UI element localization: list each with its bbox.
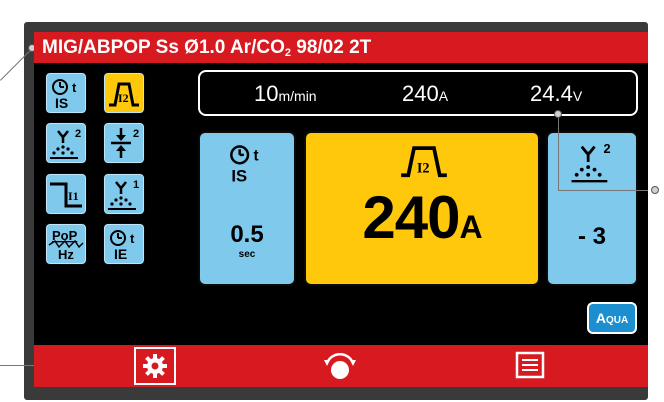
current-i2-value-display: 240A: [306, 183, 538, 252]
current-i2-unit: A: [459, 209, 483, 245]
voltage-readout: 24.4V: [530, 81, 582, 107]
current-i2-icon: I2: [109, 82, 139, 107]
current-i2-panel[interactable]: I2 240A: [304, 131, 540, 286]
svg-text:t: t: [72, 80, 77, 95]
arc-dynamics-2-icon: 2: [50, 128, 81, 159]
current-i2-button[interactable]: I2: [103, 72, 145, 114]
arc-dynamics-1-button[interactable]: 1: [103, 173, 145, 215]
wire-pinch-2-button[interactable]: 2: [103, 122, 145, 164]
start-time-is-button[interactable]: t IS: [45, 72, 87, 114]
callout-dot-voltage: [554, 110, 562, 118]
arc2-icon-label: 2: [75, 128, 81, 140]
start-time-is-icon: t IS: [52, 79, 77, 111]
arc1-icon-label: 1: [133, 179, 139, 191]
pinch2-icon-label: 2: [133, 128, 139, 140]
settings-button[interactable]: [134, 347, 176, 385]
callout-line-voltage-v: [558, 118, 559, 190]
gear-icon: [143, 354, 167, 378]
panel-mid-param: I2: [417, 160, 430, 176]
svg-text:Hz: Hz: [58, 247, 74, 262]
current-i1-icon: I1: [50, 182, 82, 208]
ie-icon-label: IE: [114, 246, 127, 262]
arc-dynamics-value: - 3: [577, 223, 606, 250]
voltage-readout-value: 24.4: [530, 81, 573, 106]
arc-dynamics-panel[interactable]: 2 - 3: [546, 131, 638, 286]
wire-speed-value: 10: [254, 81, 279, 106]
callout-line-voltage-h: [558, 190, 648, 191]
i1-icon-label: I1: [68, 189, 79, 203]
rotary-knob-icon[interactable]: [322, 350, 358, 382]
aqua-label-small: QUA: [605, 315, 629, 326]
menu-list-icon[interactable]: [514, 351, 546, 379]
current-i2-icon: I2: [401, 146, 447, 178]
i2-icon-label: I2: [118, 91, 129, 105]
display-screen: MIG/ABPOP Ss Ø1.0 Ar/CO2 98/02 2T t IS I…: [34, 32, 648, 387]
panel-right-param: 2: [604, 141, 611, 156]
pop-frequency-icon: PoP Hz: [48, 228, 84, 262]
mode-title-tail: 98/02 2T: [290, 37, 372, 58]
is-icon-label: IS: [55, 95, 68, 111]
current-i1-button[interactable]: I1: [45, 173, 87, 215]
end-time-ie-icon: t IE: [110, 230, 135, 262]
arc-dynamics-2-icon: 2: [571, 141, 611, 183]
pop-frequency-button[interactable]: PoP Hz: [45, 223, 87, 265]
aqua-label-big: A: [595, 310, 606, 326]
wire-speed-unit: m/min: [278, 88, 317, 104]
svg-text:t: t: [254, 147, 259, 164]
voltage-readout-unit: V: [572, 88, 583, 104]
mode-title: MIG/ABPOP Ss Ø1.0 Ar/CO: [42, 37, 285, 58]
current-i2-value: 240: [362, 184, 460, 251]
arc-dynamics-2-button[interactable]: 2: [45, 122, 87, 164]
wire-pinch-2-icon: 2: [111, 128, 139, 158]
mode-title-bar: MIG/ABPOP Ss Ø1.0 Ar/CO2 98/02 2T: [34, 32, 648, 63]
aqua-cooler-button[interactable]: AQUA: [587, 302, 637, 334]
live-readout-bar: 10m/min 240A 24.4V: [198, 70, 638, 116]
callout-dot-right: [651, 186, 659, 194]
panel-left-param: IS: [231, 166, 247, 185]
start-time-unit: sec: [238, 249, 256, 260]
current-readout-value: 240: [402, 81, 439, 106]
start-time-is-icon: t IS: [230, 145, 259, 185]
wire-speed-readout: 10m/min: [254, 81, 317, 107]
arc-dynamics-1-icon: 1: [108, 179, 139, 210]
svg-text:t: t: [130, 231, 135, 246]
start-time-value: 0.5: [230, 221, 264, 248]
current-readout: 240A: [402, 81, 448, 107]
end-time-ie-button[interactable]: t IE: [103, 223, 145, 265]
current-readout-unit: A: [438, 88, 449, 104]
bottom-nav-bar: [34, 345, 648, 387]
start-time-panel[interactable]: t IS 0.5 sec: [198, 131, 296, 286]
